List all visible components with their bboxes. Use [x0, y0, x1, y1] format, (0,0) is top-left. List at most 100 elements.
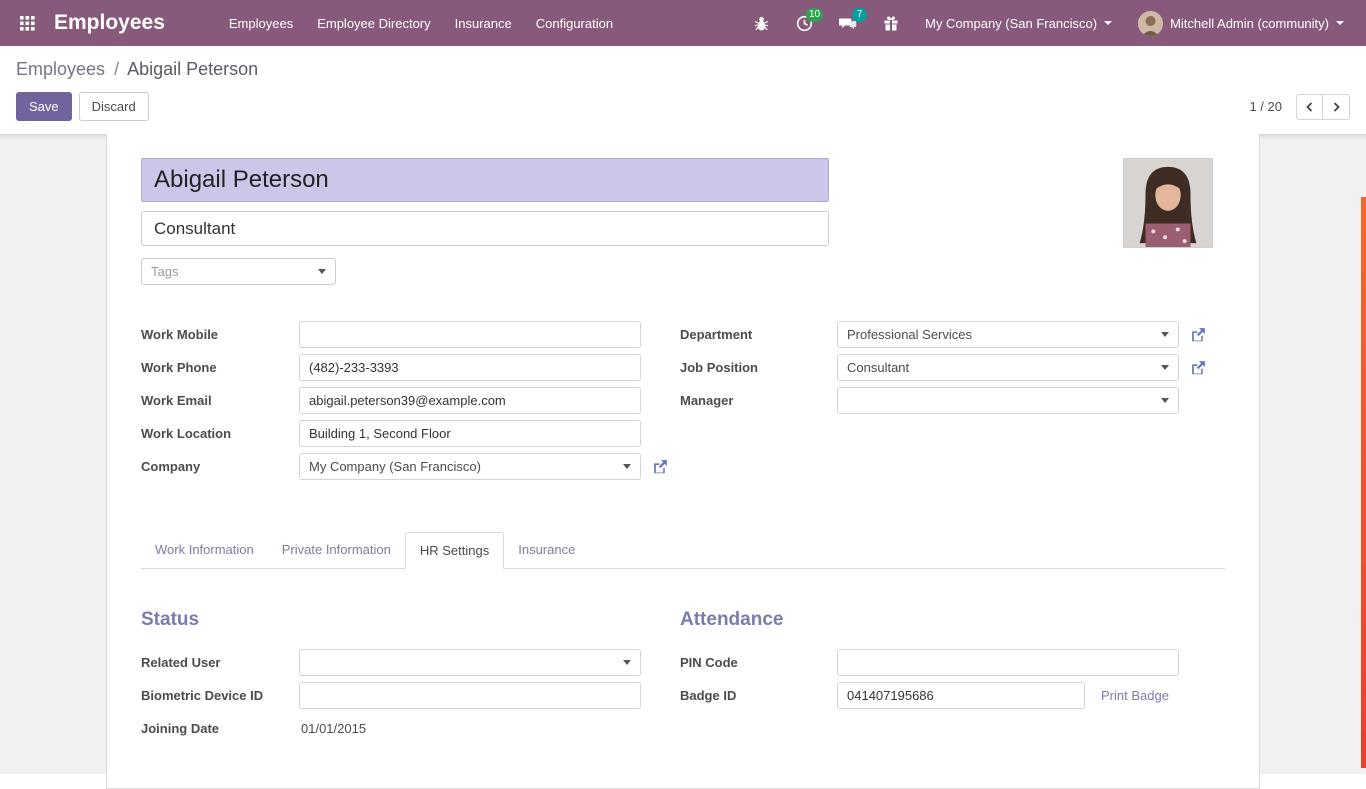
menu-employees[interactable]: Employees	[217, 2, 305, 45]
department-label: Department	[680, 327, 837, 342]
scrollbar[interactable]	[1361, 197, 1366, 768]
manager-label: Manager	[680, 393, 837, 408]
job-position-label: Job Position	[680, 360, 837, 375]
save-button[interactable]: Save	[16, 92, 72, 121]
activities-badge: 10	[806, 8, 823, 22]
company-select[interactable]: My Company (San Francisco)	[299, 453, 641, 480]
job-position-select[interactable]: Consultant	[837, 354, 1179, 381]
gift-icon	[883, 15, 899, 32]
field-row-company: Company My Company (San Francisco)	[141, 453, 680, 480]
pager-count: 1 / 20	[1249, 99, 1282, 114]
discard-button[interactable]: Discard	[79, 92, 149, 121]
biometric-id-label: Biometric Device ID	[141, 688, 299, 703]
field-row-work-phone: Work Phone	[141, 354, 680, 381]
department-select[interactable]: Professional Services	[837, 321, 1179, 348]
bug-icon	[753, 15, 770, 32]
field-row-job-position: Job Position Consultant	[680, 354, 1225, 381]
field-row-manager: Manager	[680, 387, 1225, 414]
work-location-input[interactable]	[299, 420, 641, 447]
joining-date-label: Joining Date	[141, 721, 299, 736]
pager: 1 / 20	[1249, 94, 1350, 120]
external-link-icon	[1190, 326, 1207, 343]
sheet-header: Tags	[141, 158, 1225, 285]
related-user-label: Related User	[141, 655, 299, 670]
pager-next-button[interactable]	[1323, 94, 1350, 120]
activities-menu[interactable]: 10	[788, 9, 821, 38]
pager-previous-button[interactable]	[1296, 94, 1323, 120]
company-switcher[interactable]: My Company (San Francisco)	[917, 10, 1120, 37]
breadcrumb-parent[interactable]: Employees	[16, 59, 105, 79]
right-field-column: Department Professional Services Job Pos…	[680, 321, 1225, 486]
tags-select[interactable]: Tags	[141, 258, 336, 285]
caret-down-icon	[1161, 398, 1169, 403]
menu-configuration[interactable]: Configuration	[524, 2, 625, 45]
caret-down-icon	[623, 660, 631, 665]
messages-menu[interactable]: 7	[831, 9, 865, 38]
breadcrumb-current: Abigail Peterson	[127, 59, 258, 79]
menu-employee-directory[interactable]: Employee Directory	[305, 2, 442, 45]
status-group-title: Status	[141, 609, 680, 631]
field-row-badge-id: Badge ID Print Badge	[680, 682, 1225, 709]
user-avatar	[1138, 11, 1163, 36]
employee-photo	[1123, 158, 1213, 248]
header-fields: Tags	[141, 158, 829, 285]
employee-photo-wrap[interactable]	[1123, 158, 1213, 285]
work-mobile-input[interactable]	[299, 321, 641, 348]
field-row-department: Department Professional Services	[680, 321, 1225, 348]
field-row-work-location: Work Location	[141, 420, 680, 447]
print-badge-link[interactable]: Print Badge	[1101, 688, 1169, 703]
field-row-related-user: Related User	[141, 649, 680, 676]
badge-id-input[interactable]	[837, 682, 1085, 709]
form-view-container: Tags Work Mobile	[0, 134, 1366, 774]
rewards-menu[interactable]	[875, 9, 907, 38]
manager-select[interactable]	[837, 387, 1179, 414]
notebook-tabs: Work Information Private Information HR …	[141, 532, 1225, 569]
tags-placeholder: Tags	[151, 264, 178, 279]
user-menu[interactable]: Mitchell Admin (community)	[1130, 5, 1352, 42]
top-navbar: Employees Employees Employee Directory I…	[0, 0, 1366, 46]
attendance-group-title: Attendance	[680, 609, 1225, 631]
left-field-column: Work Mobile Work Phone Work Email Work L…	[141, 321, 680, 486]
pin-code-input[interactable]	[837, 649, 1179, 676]
work-email-input[interactable]	[299, 387, 641, 414]
work-phone-input[interactable]	[299, 354, 641, 381]
breadcrumb-separator: /	[114, 59, 119, 79]
chevron-left-icon	[1304, 101, 1316, 113]
field-row-pin-code: PIN Code	[680, 649, 1225, 676]
company-external-link[interactable]	[652, 458, 669, 475]
employee-name-input[interactable]	[141, 158, 829, 202]
external-link-icon	[652, 458, 669, 475]
caret-down-icon	[318, 269, 326, 274]
breadcrumb: Employees / Abigail Peterson	[16, 46, 1350, 82]
department-select-value: Professional Services	[847, 327, 972, 342]
company-select-value: My Company (San Francisco)	[309, 459, 481, 474]
field-row-work-email: Work Email	[141, 387, 680, 414]
app-title[interactable]: Employees	[54, 11, 165, 35]
biometric-id-input[interactable]	[299, 682, 641, 709]
apps-menu-icon[interactable]	[14, 10, 40, 36]
related-user-select[interactable]	[299, 649, 641, 676]
tab-insurance[interactable]: Insurance	[504, 532, 589, 569]
company-label: Company	[141, 459, 299, 474]
work-phone-label: Work Phone	[141, 360, 299, 375]
field-row-joining-date: Joining Date 01/01/2015	[141, 715, 680, 742]
field-row-work-mobile: Work Mobile	[141, 321, 680, 348]
form-sheet: Tags Work Mobile	[106, 134, 1260, 789]
job-position-select-value: Consultant	[847, 360, 909, 375]
job-position-external-link[interactable]	[1190, 359, 1207, 376]
debug-menu[interactable]	[745, 9, 778, 38]
menu-insurance[interactable]: Insurance	[443, 2, 524, 45]
job-title-input[interactable]	[141, 211, 829, 246]
joining-date-value: 01/01/2015	[299, 721, 366, 736]
avatar-image	[1138, 11, 1163, 36]
fields-area: Work Mobile Work Phone Work Email Work L…	[141, 321, 1225, 486]
department-external-link[interactable]	[1190, 326, 1207, 343]
tab-hr-settings[interactable]: HR Settings	[405, 532, 504, 569]
tab-private-information[interactable]: Private Information	[268, 532, 405, 569]
status-group: Status Related User Biometric Device ID …	[141, 609, 680, 748]
hr-settings-tab-content: Status Related User Biometric Device ID …	[141, 569, 1225, 748]
work-email-label: Work Email	[141, 393, 299, 408]
work-location-label: Work Location	[141, 426, 299, 441]
attendance-group: Attendance PIN Code Badge ID Print Badge	[680, 609, 1225, 748]
tab-work-information[interactable]: Work Information	[141, 532, 268, 569]
